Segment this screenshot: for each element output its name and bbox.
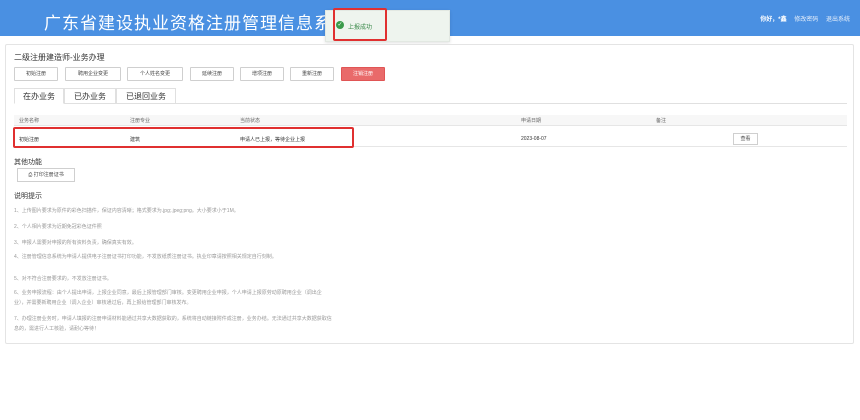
renewal-registration-button[interactable]: 延续注册: [190, 67, 234, 81]
print-certificate-button[interactable]: ⎙ 打印注册证书: [17, 168, 75, 182]
toast-highlight-box: [333, 8, 387, 41]
system-title: 广东省建设执业资格注册管理信息系统: [44, 14, 350, 33]
page-title: 二级注册建造师-业务办理: [14, 53, 105, 62]
other-functions-title: 其他功能: [14, 159, 42, 166]
note-item-4: 4、注册管理信息系统为申请人提供电子注册证书打印功能，不发放纸质注册证书。执业印…: [14, 254, 277, 260]
column-header-specialty: 注册专业: [130, 118, 151, 124]
additional-registration-button[interactable]: 增项注册: [240, 67, 284, 81]
note-item-1: 1、上传图片要求为原件的彩色扫描件，保证内容清晰；格式要求为.jpg;.jpeg…: [14, 208, 239, 214]
column-header-status: 当前状态: [240, 118, 261, 124]
note-item-5: 5、对不符合注册要求的，不发放注册证书。: [14, 276, 112, 282]
note-item-6: 6、业务申报流程：由个人提出申请，上报企业同意，最后上报管理部门审核。变更聘用企…: [14, 290, 322, 306]
name-change-button[interactable]: 个人姓名变更: [127, 67, 183, 81]
view-button[interactable]: 查看: [733, 133, 758, 145]
logout-link[interactable]: 退出系统: [826, 17, 850, 23]
header-user-area: 你好，*鑫 修改密码 退出系统: [754, 14, 850, 23]
tab-in-progress[interactable]: 在办业务: [14, 88, 64, 104]
print-certificate-label: 打印注册证书: [33, 172, 64, 178]
tab-completed[interactable]: 已办业务: [64, 88, 116, 104]
note-item-3: 3、申报人需要对申报的所有资料负责，确保真实有效。: [14, 240, 137, 246]
column-header-business-name: 业务名称: [19, 118, 40, 124]
note-item-2: 2、个人相片要求为近期免冠彩色证件照: [14, 224, 102, 230]
re-registration-button[interactable]: 重新注册: [290, 67, 334, 81]
column-header-remark: 备注: [656, 118, 667, 124]
note-item-7: 7、办理注册业务时，申请人填报的注册申请材料能通过共享大数据获取的，系统将自动链…: [14, 316, 332, 332]
user-greeting: 你好，*鑫: [760, 17, 787, 23]
tab-returned[interactable]: 已退回业务: [116, 88, 176, 104]
initial-registration-button[interactable]: 初始注册: [14, 67, 58, 81]
cell-apply-date: 2023-08-07: [521, 136, 547, 142]
change-password-link[interactable]: 修改密码: [794, 17, 818, 23]
column-header-apply-date: 申请日期: [521, 118, 542, 124]
employer-change-button[interactable]: 聘用企业变更: [65, 67, 121, 81]
row-highlight-box: [13, 127, 354, 148]
notes-title: 说明提示: [14, 193, 42, 200]
cancel-registration-button[interactable]: 注销注册: [341, 67, 385, 81]
